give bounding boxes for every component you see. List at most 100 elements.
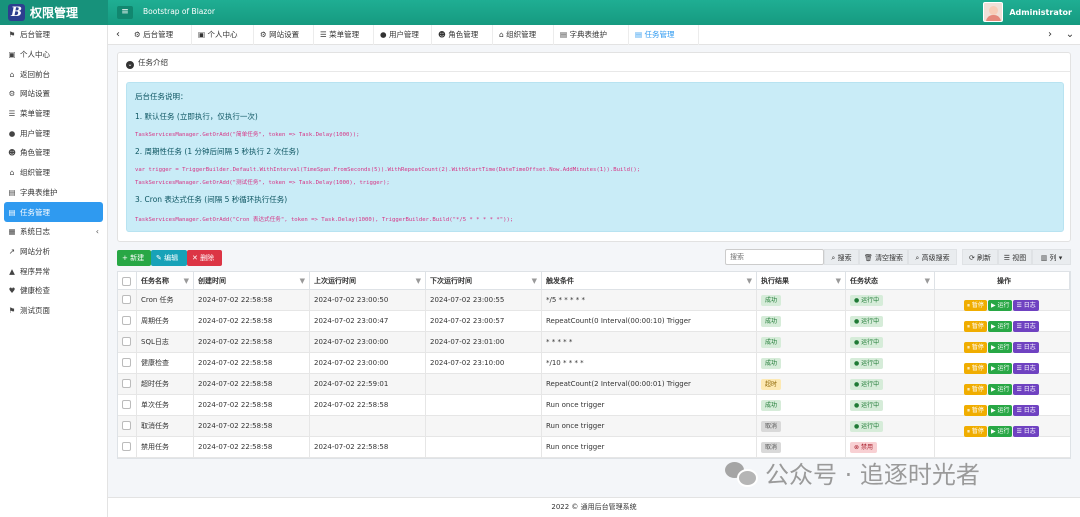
action-button[interactable]: ⏸ 暂停 [964,300,987,311]
search-input[interactable] [725,249,824,265]
action-button[interactable]: ☰ 日志 [1013,363,1039,374]
tab[interactable]: ⚙ 后台管理 [128,25,192,45]
column-header[interactable]: 执行结果 ▼ [757,272,846,290]
columns-button[interactable]: ▥ 列 ▾ [1032,249,1071,265]
action-button[interactable]: ▶ 运行 [987,321,1013,332]
sidebar-item[interactable]: ▣ 个人中心 [0,45,107,65]
sidebar-item[interactable]: ▲ 程序异常 [0,261,107,281]
sidebar-item[interactable]: ⌂ 返回前台 [0,64,107,84]
table-row[interactable]: Cron 任务 2024-07-02 22:58:58 2024-07-02 23:… [118,290,1070,311]
new-button[interactable]: + 新建 [117,250,151,266]
row-checkbox[interactable] [122,316,131,325]
filter-icon[interactable]: ▼ [300,272,305,290]
action-button[interactable]: ☰ 日志 [1013,405,1039,416]
action-button[interactable]: ▶ 运行 [987,384,1013,395]
row-checkbox[interactable] [122,295,131,304]
column-header-label: 任务名称 [141,277,169,285]
action-button[interactable]: ☰ 日志 [1013,321,1039,332]
action-button[interactable]: ⏸ 暂停 [964,321,987,332]
action-button[interactable]: ⏸ 暂停 [964,405,987,416]
edit-button[interactable]: ✎ 编辑 [151,250,187,266]
action-button[interactable]: ⏸ 暂停 [964,342,987,353]
filter-icon[interactable]: ▼ [184,272,189,290]
sidebar-item[interactable]: ⌂ 组织管理 [0,163,107,183]
table-row[interactable]: SQL日志 2024-07-02 22:58:58 2024-07-02 23:00… [118,332,1070,353]
cell-trigger: * * * * * [542,332,757,353]
column-header[interactable]: 操作 [935,272,1070,290]
sidebar-item-label: 系统日志 [20,227,50,237]
tab-prev-button[interactable]: ‹ [108,25,128,45]
action-button[interactable]: ☰ 日志 [1013,426,1039,437]
filter-icon[interactable]: ▼ [925,272,930,290]
tab-next-button[interactable]: › [1040,25,1060,45]
column-header[interactable]: 上次运行时间 ▼ [310,272,426,290]
menu-toggle-button[interactable]: ≡ [117,6,133,19]
action-button[interactable]: ⏸ 暂停 [964,384,987,395]
cell-status: ● 运行中 [846,311,935,332]
advanced-search-button[interactable]: ⌕ 高级搜索 [908,249,957,265]
action-button[interactable]: ☰ 日志 [1013,342,1039,353]
refresh-button[interactable]: ⟳ 刷新 [962,249,998,265]
sidebar-item[interactable]: ▤ 任务管理 [4,202,103,222]
tab[interactable]: ▤ 任务管理 [629,25,699,45]
column-header[interactable]: 触发条件 ▼ [542,272,757,290]
filter-icon[interactable]: ▼ [836,272,841,290]
action-button[interactable]: ⏸ 暂停 [964,426,987,437]
row-select-cell [118,416,137,437]
sidebar-item[interactable]: ♥ 健康检查 [0,281,107,301]
brand[interactable]: B 权限管理 [0,0,108,25]
column-header[interactable]: 下次运行时间 ▼ [426,272,542,290]
table-row[interactable]: 超时任务 2024-07-02 22:58:58 2024-07-02 22:59:… [118,374,1070,395]
action-button[interactable]: ☰ 日志 [1013,384,1039,395]
sidebar-item[interactable]: ● 用户管理 [0,123,107,143]
brand-logo: B [8,4,25,21]
filter-icon[interactable]: ▼ [416,272,421,290]
tab[interactable]: ▤ 字典表维护 [554,25,629,45]
action-button[interactable]: ▶ 运行 [987,426,1013,437]
tab[interactable]: ⌂ 组织管理 [493,25,554,45]
tab[interactable]: ☻ 角色管理 [432,25,493,45]
column-header[interactable]: 任务状态 ▼ [846,272,935,290]
sidebar-item[interactable]: ⚙ 网站设置 [0,84,107,104]
row-checkbox[interactable] [122,379,131,388]
sidebar-item[interactable]: ☰ 菜单管理 [0,104,107,124]
filter-icon[interactable]: ▼ [747,272,752,290]
select-all-checkbox[interactable] [122,277,131,286]
action-button[interactable]: ⏸ 暂停 [964,363,987,374]
column-header[interactable]: 任务名称 ▼ [137,272,194,290]
row-checkbox[interactable] [122,421,131,430]
sidebar-item[interactable]: ⚑ 测试页面 [0,301,107,321]
column-header[interactable]: 创建时间 ▼ [194,272,310,290]
delete-button[interactable]: ✕ 删除 [187,250,222,266]
row-checkbox[interactable] [122,442,131,451]
view-button[interactable]: ☰ 视图 [998,249,1032,265]
user-menu[interactable]: Administrator [983,2,1072,22]
search-button[interactable]: ⌕ 搜索 [824,249,859,265]
filter-icon[interactable]: ▼ [532,272,537,290]
action-button[interactable]: ☰ 日志 [1013,300,1039,311]
tab[interactable]: ⚙ 网站设置 [254,25,314,45]
table-row[interactable]: 单次任务 2024-07-02 22:58:58 2024-07-02 22:58:… [118,395,1070,416]
action-button[interactable]: ▶ 运行 [987,300,1013,311]
row-checkbox[interactable] [122,337,131,346]
clear-search-button[interactable]: 🗑 清空搜索 [859,249,908,265]
tab[interactable]: ☰ 菜单管理 [314,25,374,45]
action-button[interactable]: ▶ 运行 [987,363,1013,374]
tab-menu-button[interactable]: ⌄ [1060,25,1080,45]
action-button[interactable]: ▶ 运行 [987,342,1013,353]
row-checkbox[interactable] [122,358,131,367]
intro-card-header[interactable]: ⌄ 任务介绍 [118,53,1070,72]
action-button[interactable]: ▶ 运行 [987,405,1013,416]
sidebar-item[interactable]: ▤ 字典表维护 [0,183,107,203]
sidebar-item[interactable]: ↗ 网站分析 [0,242,107,262]
tab[interactable]: ▣ 个人中心 [192,25,254,45]
table-row[interactable]: 周期任务 2024-07-02 22:58:58 2024-07-02 23:00:… [118,311,1070,332]
sidebar-item[interactable]: ⚑ 后台管理 [0,25,107,45]
tab[interactable]: ● 用户管理 [374,25,432,45]
table-row[interactable]: 取消任务 2024-07-02 22:58:58 Run once trigger 取… [118,416,1070,437]
sidebar-item[interactable]: ▦ 系统日志 ‹ [0,222,107,242]
table-row[interactable]: 健康检查 2024-07-02 22:58:58 2024-07-02 23:00:… [118,353,1070,374]
row-checkbox[interactable] [122,400,131,409]
tab-label: 组织管理 [506,30,537,39]
sidebar-item[interactable]: ☻ 角色管理 [0,143,107,163]
